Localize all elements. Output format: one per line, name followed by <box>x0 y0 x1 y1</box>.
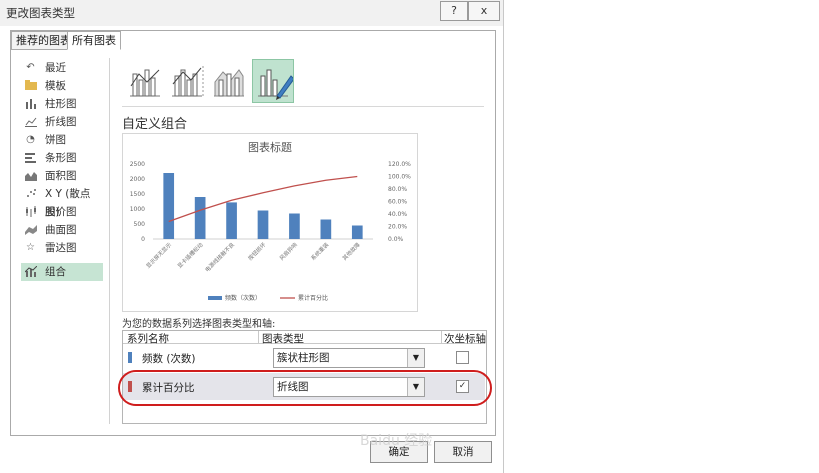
sidebar-item-bar[interactable]: 条形图 <box>21 149 103 167</box>
dialog-title: 更改图表类型 <box>6 6 75 20</box>
close-button[interactable]: x <box>468 1 500 21</box>
x-tick-label: 显示屏无显示 <box>145 241 174 270</box>
y2-tick-label: 60.0% <box>388 199 407 206</box>
bar <box>226 202 237 239</box>
watermark: Baidu 经验 <box>360 433 433 449</box>
y2-tick-label: 80.0% <box>388 186 407 193</box>
stock-chart-icon <box>24 206 37 218</box>
sidebar-item-radar[interactable]: ☆ 雷达图 <box>21 239 103 257</box>
y2-tick-label: 100.0% <box>388 174 411 181</box>
change-chart-type-dialog: 更改图表类型 ? x 推荐的图表 所有图表 ↶ 最近 模板 柱形图 折线图 ◔ … <box>0 0 504 473</box>
y2-tick-label: 20.0% <box>388 224 407 231</box>
variant-custom-combination[interactable] <box>252 59 295 103</box>
help-button[interactable]: ? <box>440 1 468 21</box>
chevron-down-icon[interactable]: ▼ <box>407 349 424 367</box>
legend-label-bars: 频数（次数） <box>225 294 261 302</box>
x-tick-label: 其他故障 <box>340 240 362 262</box>
bar-chart-icon <box>24 152 37 164</box>
y-tick-label: 2000 <box>130 176 145 183</box>
highlight-annotation-ellipse <box>118 370 492 406</box>
close-icon: x <box>480 4 488 17</box>
bar <box>257 210 269 239</box>
header-secondary-axis: 次坐标轴 <box>444 333 486 345</box>
series-name-frequency: 频数 (次数) <box>142 353 196 365</box>
variant-clustered-column-line[interactable] <box>124 59 166 103</box>
bar <box>289 213 300 239</box>
bar <box>163 173 175 239</box>
series-color-swatch-frequency <box>128 352 132 363</box>
sidebar-divider <box>109 58 110 424</box>
series-table-instruction: 为您的数据系列选择图表类型和轴: <box>122 319 276 330</box>
x-tick-label: 显卡插槽松动 <box>176 240 205 269</box>
undo-arrow-icon: ↶ <box>26 62 35 73</box>
section-title: 自定义组合 <box>122 117 188 132</box>
bar <box>320 219 332 239</box>
y-tick-label: 1000 <box>130 206 145 213</box>
area-chart-icon <box>24 170 37 182</box>
combo-variant-2-icon <box>172 66 204 97</box>
scatter-chart-icon <box>24 188 37 200</box>
legend-label-line: 累计百分比 <box>298 294 328 302</box>
chart-preview-svg: 图表标题 2500 2000 1500 1000 500 0 120.0% 100.0% 80.0… <box>130 140 411 302</box>
y2-tick-label: 0.0% <box>388 236 404 243</box>
y2-tick-label: 120.0% <box>388 161 411 168</box>
column-chart-icon <box>24 98 37 110</box>
col-divider-1 <box>258 331 259 343</box>
sidebar-item-recent[interactable]: ↶ 最近 <box>21 59 103 77</box>
x-tick-label: 按钮损坏 <box>246 240 268 262</box>
sidebar-item-column[interactable]: 柱形图 <box>21 95 103 113</box>
x-tick-label: 风扇异响 <box>278 240 300 262</box>
sidebar-item-pie[interactable]: ◔ 饼图 <box>21 131 103 149</box>
header-series-name: 系列名称 <box>127 333 169 345</box>
title-bar <box>0 0 503 26</box>
line-chart-icon <box>24 116 37 128</box>
variant-stacked-area-column[interactable] <box>208 59 250 103</box>
sidebar-item-templates[interactable]: 模板 <box>21 77 103 95</box>
chart-title: 图表标题 <box>248 140 292 154</box>
x-tick-label: 电源线接触不良 <box>203 240 236 273</box>
y-tick-label: 500 <box>134 221 146 228</box>
legend-swatch-bars <box>208 296 222 300</box>
cancel-button[interactable]: 取消 <box>434 441 492 463</box>
bar <box>351 225 363 239</box>
combo-chart-icon <box>24 265 37 278</box>
chart-preview: 图表标题 2500 2000 1500 1000 500 0 120.0% 100.0% 80.0… <box>122 133 418 312</box>
tab-all-charts[interactable]: 所有图表 <box>67 31 121 50</box>
x-tick-label: 系统重装 <box>309 240 331 262</box>
folder-icon <box>24 80 37 92</box>
variant-clustered-column-line-secondary[interactable] <box>166 59 208 103</box>
y-tick-label: 0 <box>141 236 145 243</box>
chart-category-list: ↶ 最近 模板 柱形图 折线图 ◔ 饼图 条形图 面积图 X Y (散点图) 股… <box>21 57 103 427</box>
pie-chart-icon: ◔ <box>26 134 35 145</box>
sidebar-item-stock[interactable]: 股价图 <box>21 203 103 221</box>
combo-variant-1-icon <box>130 69 160 97</box>
sidebar-item-surface[interactable]: 曲面图 <box>21 221 103 239</box>
surface-chart-icon <box>24 224 37 236</box>
variant-divider <box>122 106 484 107</box>
secondary-axis-checkbox-frequency[interactable] <box>456 351 469 364</box>
y-tick-label: 2500 <box>130 161 145 168</box>
sidebar-item-combo[interactable]: 组合 <box>21 263 103 281</box>
y2-tick-label: 40.0% <box>388 211 407 218</box>
sidebar-item-area[interactable]: 面积图 <box>21 167 103 185</box>
table-header-divider <box>123 343 485 344</box>
radar-chart-icon: ☆ <box>26 242 35 253</box>
chart-type-select-frequency[interactable]: 簇状柱形图 ▼ <box>273 348 425 368</box>
combo-variant-3-icon <box>214 69 244 97</box>
sidebar-item-scatter[interactable]: X Y (散点图) <box>21 185 103 218</box>
col-divider-2 <box>441 331 442 343</box>
custom-combo-pencil-icon <box>258 69 295 100</box>
bar <box>194 197 206 239</box>
header-chart-type: 图表类型 <box>262 333 304 345</box>
sidebar-item-line[interactable]: 折线图 <box>21 113 103 131</box>
y-tick-label: 1500 <box>130 191 145 198</box>
